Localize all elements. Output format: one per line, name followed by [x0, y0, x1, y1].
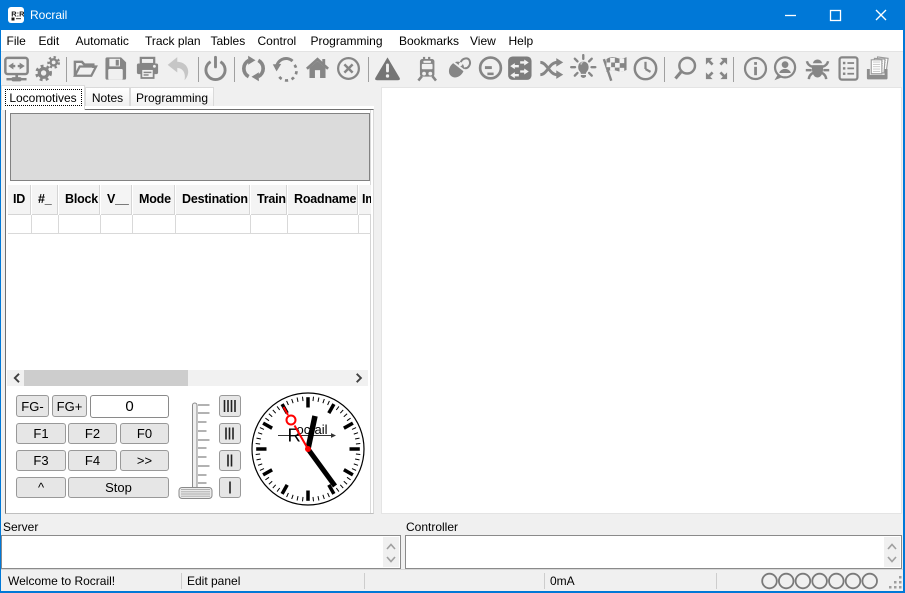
- svg-text:R:R: R:R: [11, 10, 24, 19]
